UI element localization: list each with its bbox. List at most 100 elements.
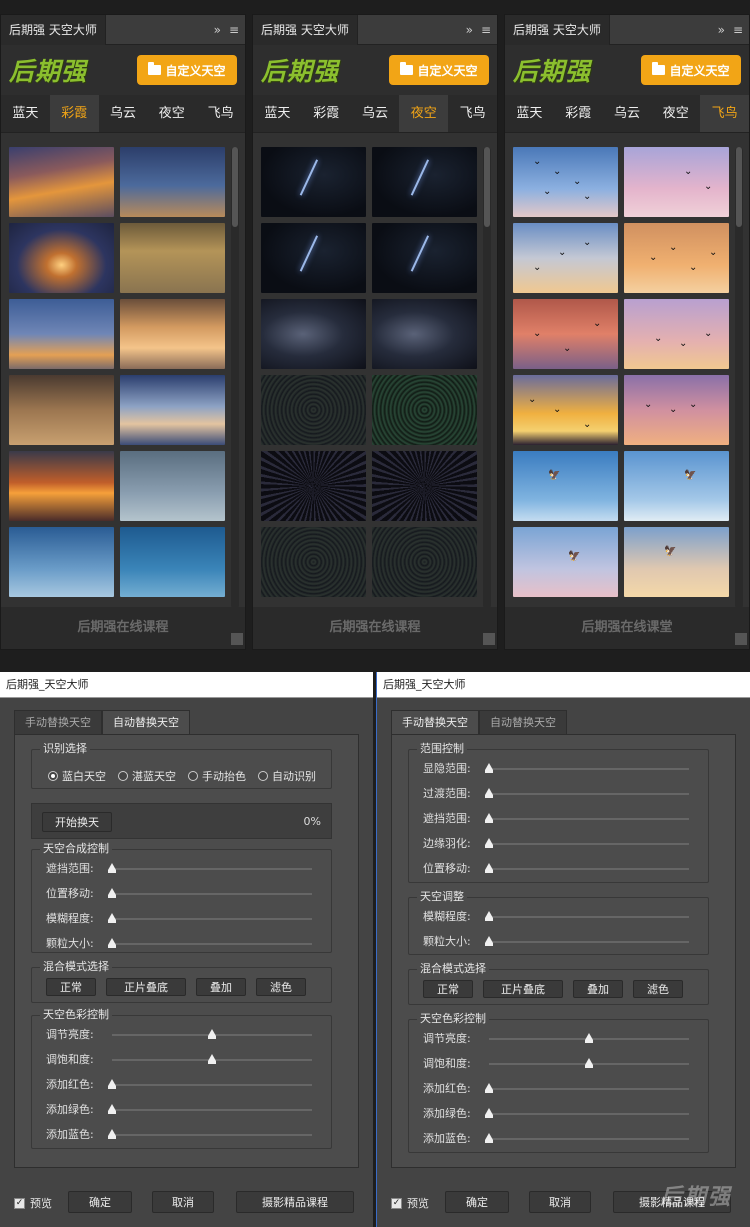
slider-track[interactable] (489, 818, 689, 820)
tab-category[interactable]: 彩霞 (302, 95, 351, 132)
slider-track[interactable] (112, 943, 312, 945)
collapse-icon[interactable]: » (214, 23, 221, 37)
preview-checkbox[interactable]: ✓ 预览 (14, 1195, 52, 1211)
slider-track[interactable] (489, 843, 689, 845)
slider-track[interactable] (489, 941, 689, 943)
preview-checkbox[interactable]: ✓ 预览 (391, 1195, 429, 1211)
sky-thumbnail[interactable] (261, 527, 366, 597)
sky-thumbnail[interactable] (261, 375, 366, 445)
slider-track[interactable] (489, 1113, 689, 1115)
tab-category[interactable]: 飞鸟 (448, 95, 497, 132)
sky-thumbnail[interactable] (261, 147, 366, 217)
recognition-radio[interactable]: 蓝白天空 (48, 768, 106, 784)
slider-thumb[interactable] (208, 1029, 216, 1039)
sky-thumbnail[interactable] (120, 147, 225, 217)
course-button[interactable]: 摄影精品课程 (236, 1191, 354, 1213)
sky-thumbnail[interactable] (261, 299, 366, 369)
tab-category[interactable]: 夜空 (651, 95, 700, 132)
sky-thumbnail[interactable]: ⌄ ⌄ ⌄ ⌄ ⌄ (513, 147, 618, 217)
blend-mode-button[interactable]: 正常 (46, 978, 96, 996)
slider-thumb[interactable] (108, 1079, 116, 1089)
slider-thumb[interactable] (585, 1033, 593, 1043)
slider-thumb[interactable] (485, 936, 493, 946)
menu-icon[interactable]: ≡ (733, 23, 743, 37)
scroll-thumb[interactable] (232, 147, 238, 227)
tab-category[interactable]: 乌云 (351, 95, 400, 132)
slider-thumb[interactable] (485, 813, 493, 823)
sky-thumbnail[interactable] (9, 527, 114, 597)
sky-thumbnail[interactable] (120, 527, 225, 597)
blend-mode-button[interactable]: 叠加 (573, 980, 623, 998)
recognition-radio[interactable]: 手动抬色 (188, 768, 246, 784)
tab-category[interactable]: 彩霞 (49, 95, 99, 132)
sky-thumbnail[interactable] (372, 147, 477, 217)
blend-mode-button[interactable]: 叠加 (196, 978, 246, 996)
sky-thumbnail[interactable] (9, 451, 114, 521)
slider-track[interactable] (489, 793, 689, 795)
tab-category[interactable]: 夜空 (147, 95, 196, 132)
custom-sky-button[interactable]: 自定义天空 (641, 55, 741, 85)
slider-thumb[interactable] (108, 913, 116, 923)
slider-thumb[interactable] (585, 1058, 593, 1068)
sky-thumbnail[interactable]: ⌄ ⌄ (624, 147, 729, 217)
blend-mode-button[interactable]: 滤色 (256, 978, 306, 996)
sky-thumbnail[interactable]: ⌄ ⌄ ⌄ (513, 299, 618, 369)
resize-grip-icon[interactable] (735, 633, 747, 645)
scroll-thumb[interactable] (736, 147, 742, 227)
slider-track[interactable] (489, 868, 689, 870)
scrollbar[interactable] (483, 147, 491, 609)
blend-mode-button[interactable]: 滤色 (633, 980, 683, 998)
tab-category[interactable]: 蓝天 (1, 95, 50, 132)
scroll-thumb[interactable] (484, 147, 490, 227)
scrollbar[interactable] (735, 147, 743, 609)
sky-thumbnail[interactable] (372, 299, 477, 369)
custom-sky-button[interactable]: 自定义天空 (389, 55, 489, 85)
sky-thumbnail[interactable] (372, 223, 477, 293)
sky-thumbnail[interactable] (261, 223, 366, 293)
cancel-button[interactable]: 取消 (529, 1191, 591, 1213)
tab-manual-replace[interactable]: 手动替换天空 (14, 710, 102, 734)
sky-thumbnail[interactable]: ⌄ ⌄ ⌄ (624, 375, 729, 445)
resize-grip-icon[interactable] (231, 633, 243, 645)
sky-thumbnail[interactable] (120, 299, 225, 369)
slider-track[interactable] (112, 1084, 312, 1086)
slider-thumb[interactable] (208, 1054, 216, 1064)
sky-thumbnail[interactable] (9, 375, 114, 445)
panel-footer[interactable]: 后期强在线课堂 (505, 607, 749, 649)
collapse-icon[interactable]: » (466, 23, 473, 37)
recognition-radio[interactable]: 自动识别 (258, 768, 316, 784)
blend-mode-button[interactable]: 正片叠底 (483, 980, 563, 998)
tab-auto-replace[interactable]: 自动替换天空 (479, 710, 567, 734)
slider-thumb[interactable] (108, 888, 116, 898)
slider-track[interactable] (112, 893, 312, 895)
sky-thumbnail[interactable] (9, 147, 114, 217)
ok-button[interactable]: 确定 (445, 1191, 509, 1213)
slider-track[interactable] (112, 1134, 312, 1136)
sky-thumbnail[interactable] (120, 223, 225, 293)
panel-footer[interactable]: 后期强在线课程 (1, 607, 245, 649)
slider-track[interactable] (112, 918, 312, 920)
slider-thumb[interactable] (485, 863, 493, 873)
tab-auto-replace[interactable]: 自动替换天空 (102, 710, 190, 734)
slider-thumb[interactable] (485, 911, 493, 921)
sky-thumbnail[interactable]: ⌄ ⌄ ⌄ (513, 375, 618, 445)
slider-thumb[interactable] (485, 788, 493, 798)
sky-thumbnail[interactable] (120, 451, 225, 521)
sky-thumbnail[interactable] (120, 375, 225, 445)
blend-mode-button[interactable]: 正常 (423, 980, 473, 998)
tab-category[interactable]: 飞鸟 (700, 95, 749, 132)
tab-category[interactable]: 夜空 (399, 95, 449, 132)
tab-category[interactable]: 蓝天 (505, 95, 554, 132)
blend-mode-button[interactable]: 正片叠底 (106, 978, 186, 996)
collapse-icon[interactable]: » (718, 23, 725, 37)
slider-thumb[interactable] (485, 838, 493, 848)
ok-button[interactable]: 确定 (68, 1191, 132, 1213)
sky-thumbnail[interactable]: 🦅 (624, 451, 729, 521)
tab-category[interactable]: 蓝天 (253, 95, 302, 132)
slider-thumb[interactable] (108, 863, 116, 873)
sky-thumbnail[interactable]: 🦅 (513, 527, 618, 597)
slider-track[interactable] (489, 768, 689, 770)
custom-sky-button[interactable]: 自定义天空 (137, 55, 237, 85)
tab-category[interactable]: 乌云 (99, 95, 148, 132)
slider-track[interactable] (112, 1109, 312, 1111)
